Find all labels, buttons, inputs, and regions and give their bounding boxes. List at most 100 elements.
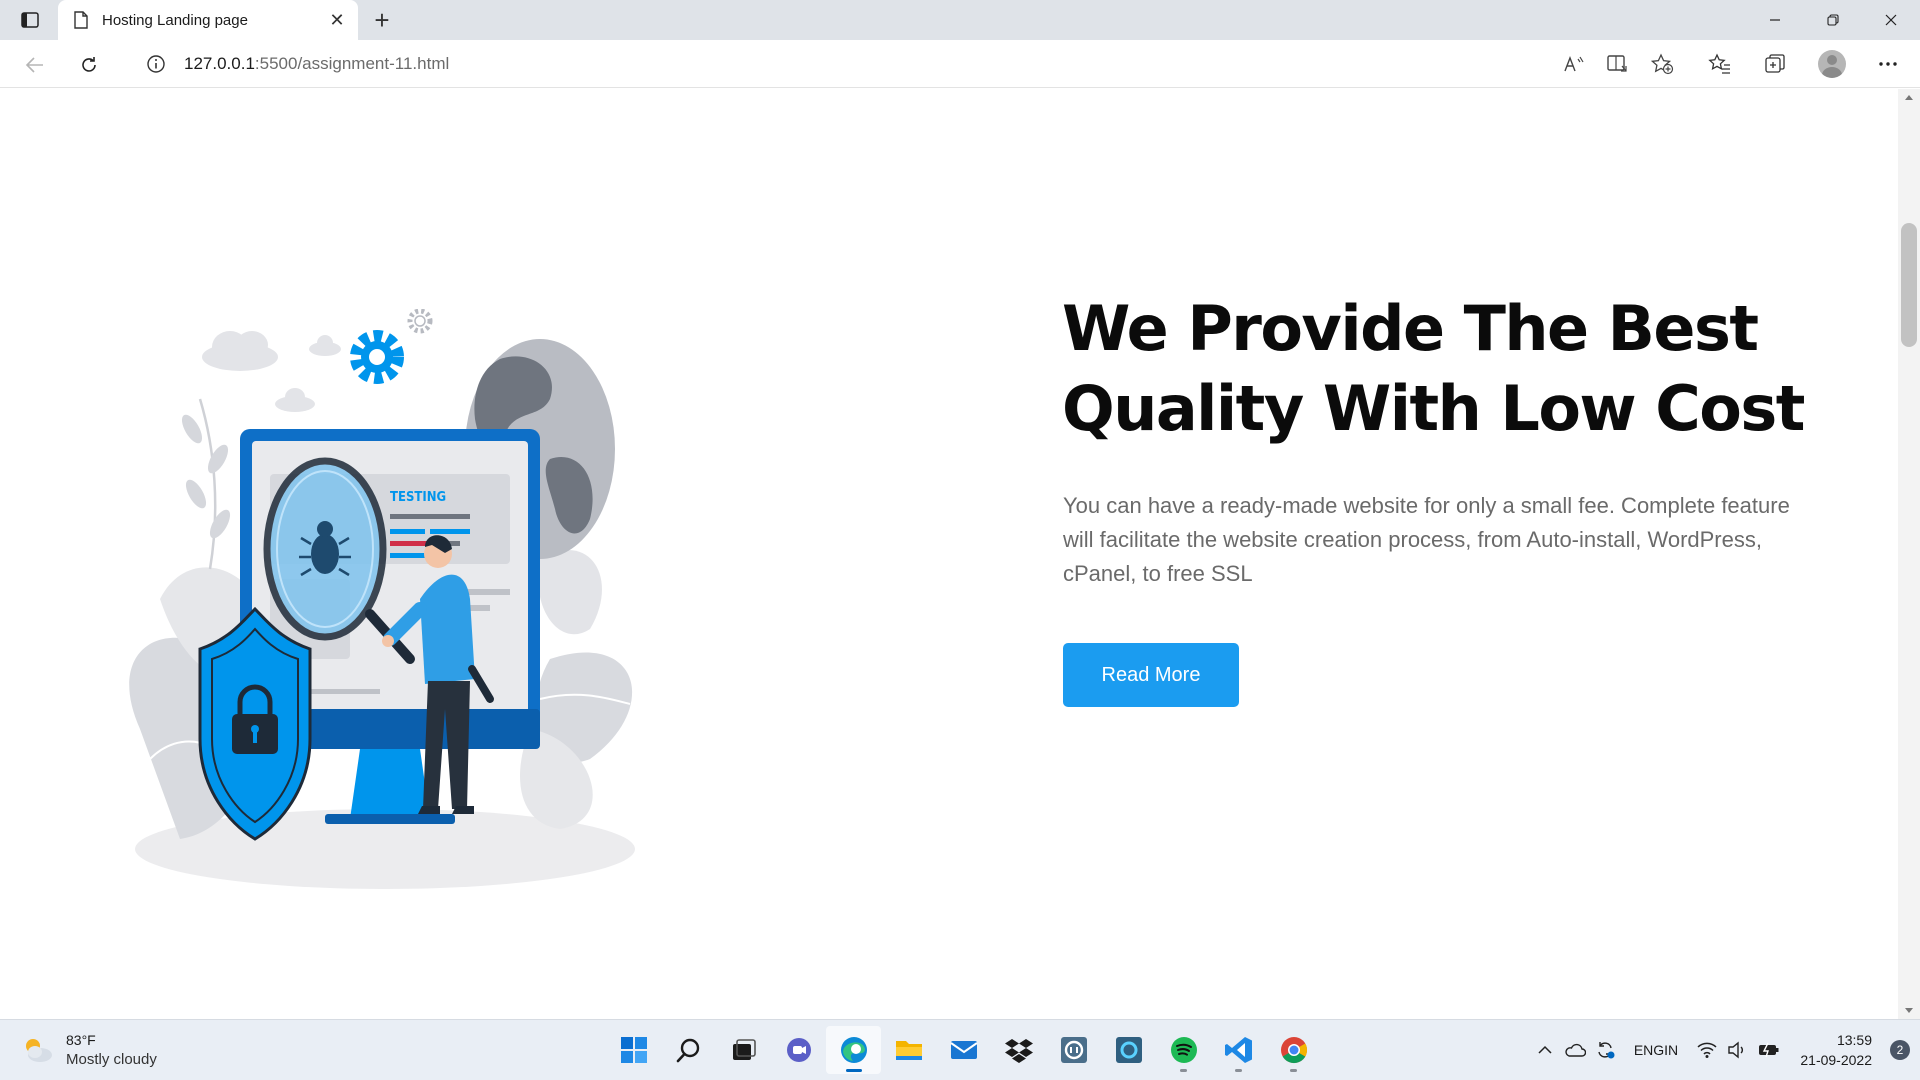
folder-icon bbox=[895, 1041, 922, 1060]
dropbox-button[interactable] bbox=[991, 1026, 1046, 1074]
url-text[interactable]: 127.0.0.1:5500/assignment-11.html bbox=[184, 54, 449, 74]
star-add-icon bbox=[1650, 53, 1674, 75]
windows-logo-icon bbox=[620, 1037, 647, 1063]
app-button-1[interactable] bbox=[1046, 1026, 1101, 1074]
address-bar-actions bbox=[1552, 44, 1684, 84]
read-aloud-icon bbox=[1564, 56, 1584, 72]
weather-desc: Mostly cloudy bbox=[66, 1051, 157, 1068]
more-dots-icon bbox=[1879, 62, 1897, 66]
weather-temp: 83°F bbox=[66, 1032, 96, 1048]
running-indicator bbox=[1235, 1069, 1242, 1072]
system-tray: ENG IN 13:59 21-09-2022 2 bbox=[1530, 1026, 1910, 1074]
edge-browser-button[interactable] bbox=[826, 1026, 881, 1074]
read-more-button[interactable]: Read More bbox=[1063, 643, 1239, 707]
back-arrow-icon bbox=[25, 57, 43, 73]
chrome-icon bbox=[1280, 1037, 1307, 1064]
toolbar-right bbox=[1692, 44, 1916, 84]
file-explorer-button[interactable] bbox=[881, 1026, 936, 1074]
close-window-button[interactable] bbox=[1862, 0, 1920, 40]
address-bar[interactable]: 127.0.0.1:5500/assignment-11.html bbox=[124, 44, 1684, 84]
scroll-up-arrow-icon[interactable] bbox=[1905, 95, 1913, 100]
url-host: 127.0.0.1 bbox=[184, 54, 255, 73]
settings-more-button[interactable] bbox=[1860, 44, 1916, 84]
task-view-button[interactable] bbox=[716, 1026, 771, 1074]
dropbox-icon bbox=[1004, 1039, 1033, 1063]
app-button-2[interactable] bbox=[1101, 1026, 1156, 1074]
hero-headline: We Provide The Best Quality With Low Cos… bbox=[1062, 289, 1822, 449]
vertical-scrollbar[interactable] bbox=[1898, 89, 1920, 1019]
immersive-reader-icon bbox=[1607, 55, 1627, 72]
headline-line-1: We Provide The Best bbox=[1062, 292, 1759, 365]
wifi-icon bbox=[1697, 1042, 1717, 1058]
taskbar-apps bbox=[606, 1026, 1321, 1074]
notification-badge[interactable]: 2 bbox=[1890, 1040, 1910, 1060]
scrollbar-thumb[interactable] bbox=[1901, 223, 1917, 347]
partly-cloudy-icon bbox=[26, 1039, 52, 1062]
battery-charging-icon bbox=[1759, 1042, 1779, 1058]
window-controls bbox=[1746, 0, 1920, 40]
bug-icon bbox=[311, 534, 339, 574]
teams-chat-button[interactable] bbox=[771, 1026, 826, 1074]
add-favorite-button[interactable] bbox=[1640, 44, 1684, 84]
gear-icon bbox=[350, 309, 433, 384]
chevron-up-icon bbox=[1538, 1045, 1552, 1054]
volume-button[interactable] bbox=[1722, 1041, 1752, 1059]
refresh-button[interactable] bbox=[74, 50, 104, 80]
edge-icon bbox=[840, 1037, 867, 1063]
tab-actions-button[interactable] bbox=[12, 8, 48, 32]
clock-date: 21-09-2022 bbox=[1800, 1052, 1872, 1068]
vscode-icon bbox=[1224, 1037, 1252, 1063]
search-icon bbox=[676, 1038, 699, 1063]
read-aloud-button[interactable] bbox=[1552, 44, 1596, 84]
weather-widget[interactable]: 83°F Mostly cloudy bbox=[20, 1026, 157, 1074]
minimize-icon bbox=[1770, 19, 1780, 21]
clouds-decoration bbox=[202, 331, 341, 412]
sync-button[interactable] bbox=[1590, 1040, 1620, 1060]
page-icon bbox=[74, 11, 88, 29]
start-button[interactable] bbox=[606, 1026, 661, 1074]
site-info-icon[interactable] bbox=[146, 54, 166, 74]
language-indicator[interactable]: ENG IN bbox=[1630, 1041, 1682, 1060]
page-viewport: TESTING We Provide The Best Quality With… bbox=[0, 89, 1898, 1019]
windows-taskbar: 83°F Mostly cloudy ENG IN 13:59 21-09-20… bbox=[0, 1019, 1920, 1080]
speaker-icon bbox=[1728, 1041, 1743, 1059]
browser-toolbar: 127.0.0.1:5500/assignment-11.html bbox=[0, 40, 1920, 88]
weather-text: 83°F Mostly cloudy bbox=[66, 1030, 157, 1070]
running-indicator bbox=[846, 1069, 862, 1072]
hero-illustration: TESTING bbox=[129, 309, 635, 889]
browser-titlebar: Hosting Landing page ✕ + bbox=[0, 0, 1920, 40]
close-icon bbox=[1885, 14, 1897, 26]
profile-button[interactable] bbox=[1804, 44, 1860, 84]
chat-icon bbox=[786, 1038, 811, 1062]
favorites-icon bbox=[1708, 53, 1730, 74]
battery-button[interactable] bbox=[1752, 1042, 1786, 1058]
new-tab-button[interactable]: + bbox=[368, 6, 396, 34]
mail-button[interactable] bbox=[936, 1026, 991, 1074]
lang-line-2: IN bbox=[1664, 1041, 1679, 1058]
show-hidden-icons-button[interactable] bbox=[1530, 1045, 1560, 1055]
headline-line-2: Quality With Low Cost bbox=[1062, 372, 1805, 445]
mail-icon bbox=[949, 1041, 978, 1059]
active-tab[interactable]: Hosting Landing page ✕ bbox=[58, 0, 358, 40]
app-tile-icon bbox=[1060, 1037, 1087, 1063]
clock[interactable]: 13:59 21-09-2022 bbox=[1792, 1030, 1872, 1070]
hero-description: You can have a ready-made website for on… bbox=[1063, 493, 1790, 586]
close-tab-icon[interactable]: ✕ bbox=[326, 9, 348, 31]
back-button[interactable] bbox=[20, 50, 50, 80]
immersive-reader-button[interactable] bbox=[1596, 44, 1640, 84]
spotify-button[interactable] bbox=[1156, 1026, 1211, 1074]
vscode-button[interactable] bbox=[1211, 1026, 1266, 1074]
restore-button[interactable] bbox=[1804, 0, 1862, 40]
spotify-icon bbox=[1170, 1037, 1197, 1063]
minimize-button[interactable] bbox=[1746, 0, 1804, 40]
running-indicator bbox=[1180, 1069, 1187, 1072]
search-button[interactable] bbox=[661, 1026, 716, 1074]
chrome-button[interactable] bbox=[1266, 1026, 1321, 1074]
scroll-down-arrow-icon[interactable] bbox=[1905, 1008, 1913, 1013]
favorites-button[interactable] bbox=[1692, 44, 1748, 84]
avatar bbox=[1818, 50, 1846, 78]
collections-button[interactable] bbox=[1748, 44, 1804, 84]
onedrive-button[interactable] bbox=[1560, 1043, 1590, 1057]
network-button[interactable] bbox=[1692, 1041, 1722, 1059]
lang-line-1: ENG bbox=[1633, 1041, 1665, 1058]
